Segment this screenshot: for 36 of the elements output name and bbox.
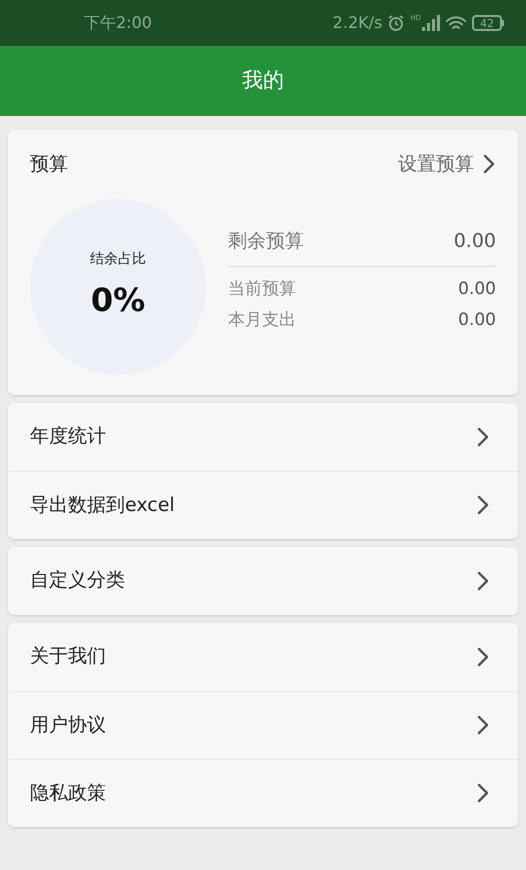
menu-item[interactable]: 年度统计 xyxy=(8,402,518,470)
budget-row-value: 0.00 xyxy=(458,309,496,332)
budget-row-value: 0.00 xyxy=(458,278,496,301)
chevron-right-icon xyxy=(476,494,490,516)
chevron-right-icon xyxy=(476,426,490,448)
set-budget-link[interactable]: 设置预算 xyxy=(398,150,496,178)
remaining-value: 0.00 xyxy=(454,229,496,254)
budget-row-label: 本月支出 xyxy=(228,309,296,332)
chevron-right-icon xyxy=(476,714,490,736)
alarm-icon xyxy=(387,14,406,32)
chevron-right-icon xyxy=(476,646,490,668)
chevron-right-icon xyxy=(482,153,496,176)
menu-item[interactable]: 隐私政策 xyxy=(8,758,518,826)
menu-item-label: 关于我们 xyxy=(30,644,106,670)
menu-item-label: 导出数据到excel xyxy=(30,492,175,518)
page-title: 我的 xyxy=(242,67,284,94)
budget-title: 预算 xyxy=(30,152,68,177)
menu-item-label: 用户协议 xyxy=(30,712,106,738)
menu-item[interactable]: 关于我们 xyxy=(8,622,518,690)
battery-icon: 42 xyxy=(472,15,504,31)
menu-item[interactable]: 用户协议 xyxy=(8,690,518,758)
chevron-right-icon xyxy=(476,782,490,804)
menu-item-label: 自定义分类 xyxy=(30,568,125,594)
menu-item-label: 隐私政策 xyxy=(30,780,106,806)
ratio-label: 结余占比 xyxy=(90,250,146,269)
remaining-label: 剩余预算 xyxy=(228,229,304,254)
budget-row-label: 当前预算 xyxy=(228,278,296,301)
signal-icon xyxy=(422,15,440,31)
menu-item[interactable]: 导出数据到excel xyxy=(8,470,518,538)
ratio-value: 0% xyxy=(90,280,146,321)
menu-item[interactable]: 自定义分类 xyxy=(8,546,518,614)
network-speed: 2.2K/s xyxy=(332,12,382,34)
status-time: 下午2:00 xyxy=(84,12,152,34)
menu-item-label: 年度统计 xyxy=(30,424,106,450)
wifi-icon xyxy=(445,14,467,32)
chevron-right-icon xyxy=(476,570,490,592)
